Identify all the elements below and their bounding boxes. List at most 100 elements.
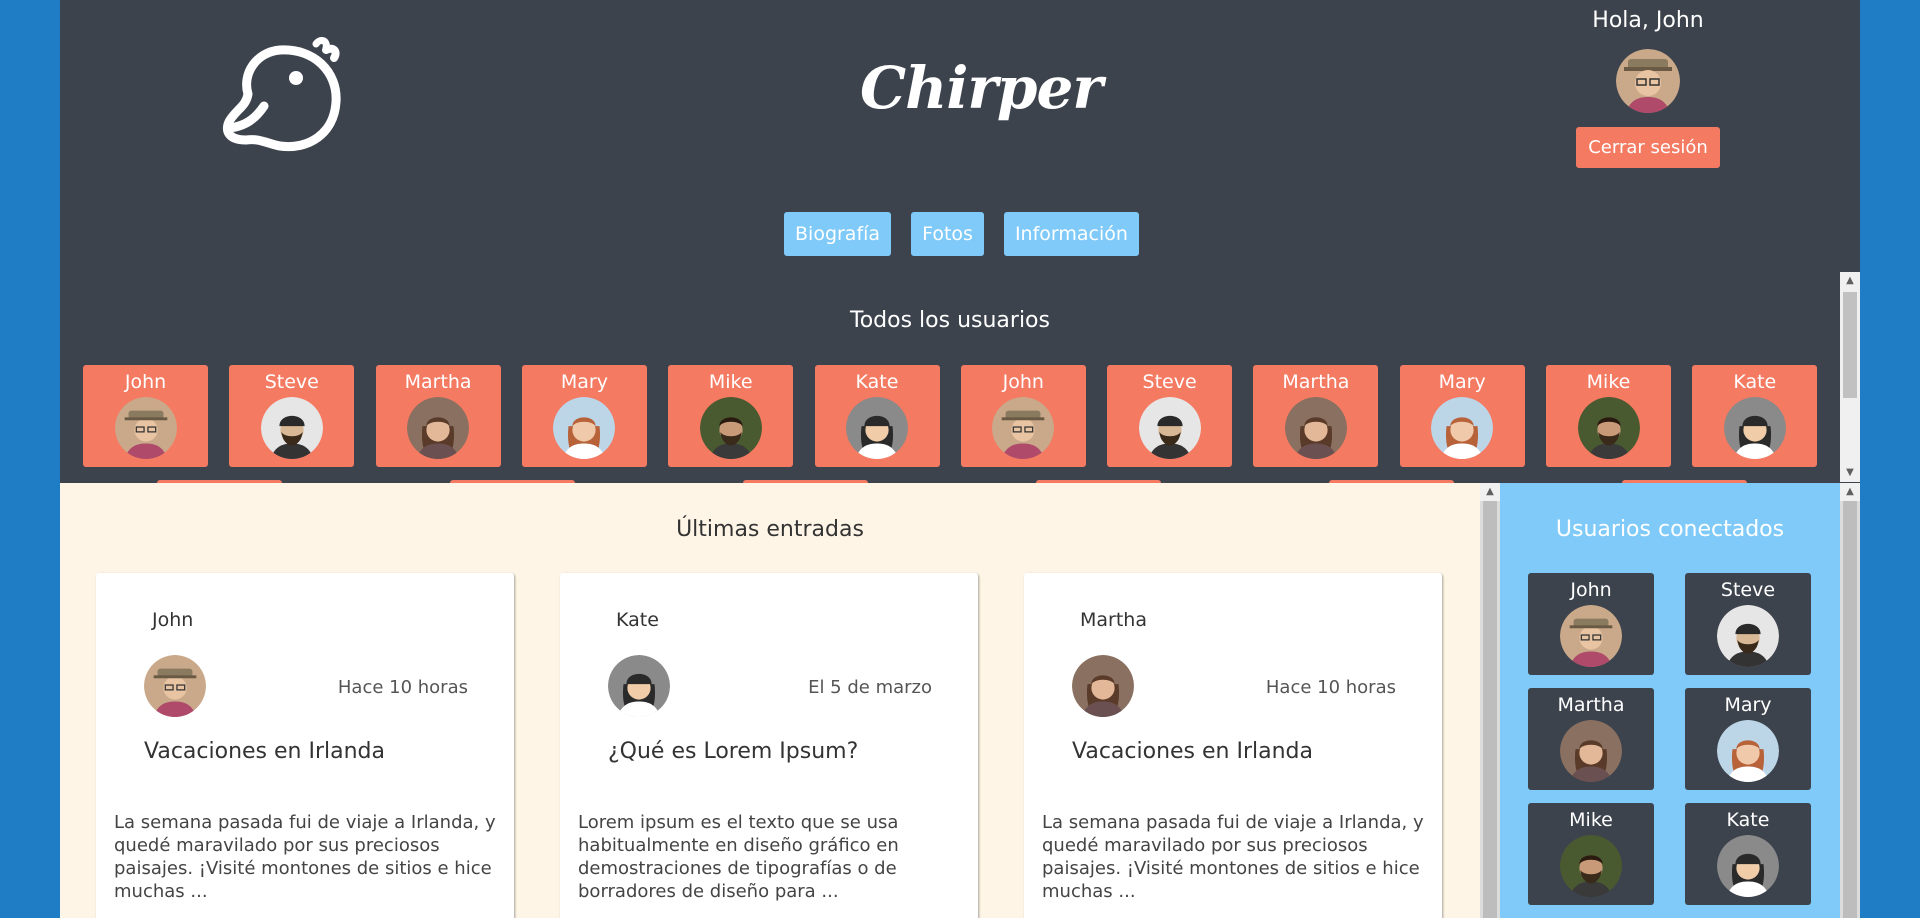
post-card[interactable]: Kate El 5 de marzo ¿Qué es Lorem Ipsum? Lor… <box>560 573 978 918</box>
connected-user-avatar <box>1560 720 1622 782</box>
user-tile[interactable]: Martha <box>375 365 501 467</box>
user-tile[interactable]: John <box>960 365 1086 467</box>
user-tile-name: Mary <box>1438 371 1486 393</box>
nav-biografia[interactable]: Biografía <box>784 212 892 256</box>
all-users-scrollbar[interactable]: ▲ ▼ <box>1840 272 1860 482</box>
connected-user-name: Mary <box>1724 694 1772 716</box>
post-date: Hace 10 horas <box>337 677 468 698</box>
user-avatar <box>260 397 323 459</box>
post-author-avatar <box>608 655 670 717</box>
post-date: El 5 de marzo <box>808 677 932 698</box>
user-tile[interactable]: Mike <box>668 365 794 467</box>
user-tile[interactable]: Kate <box>1692 365 1818 467</box>
connected-user-name: Martha <box>1557 694 1625 716</box>
post-author-avatar <box>144 655 206 717</box>
post-author[interactable]: John <box>152 609 193 631</box>
post-date: Hace 10 horas <box>1265 677 1396 698</box>
user-avatar <box>1577 397 1640 459</box>
header: Chirper Hola, John Cerrar sesión Biograf… <box>60 0 1860 272</box>
scrollbar-thumb[interactable] <box>1483 501 1497 918</box>
post-title[interactable]: Vacaciones en Irlanda <box>144 739 385 764</box>
connected-user-avatar <box>1717 605 1779 667</box>
scroll-down-icon[interactable]: ▼ <box>1840 464 1860 482</box>
user-tile[interactable]: Martha <box>1253 365 1379 467</box>
nav-fotos[interactable]: Fotos <box>911 212 984 256</box>
user-tile-name: Mike <box>1586 371 1631 393</box>
user-tile-name: Martha <box>1282 371 1350 393</box>
post-excerpt: Lorem ipsum es el texto que se usa habit… <box>578 812 899 902</box>
connected-user-tile[interactable]: John <box>1528 573 1654 675</box>
user-avatar <box>1138 397 1201 459</box>
connected-user-name: Kate <box>1726 809 1770 831</box>
user-tile-name: Martha <box>404 371 472 393</box>
user-avatar <box>407 397 470 459</box>
user-tile-name: Kate <box>855 371 899 393</box>
user-tile[interactable]: Kate <box>814 365 940 467</box>
user-tile[interactable]: John <box>83 365 208 467</box>
scroll-up-icon[interactable]: ▲ <box>1840 272 1860 290</box>
connected-user-tile[interactable]: Martha <box>1528 688 1654 790</box>
connected-users-title: Usuarios conectados <box>1555 517 1785 542</box>
connected-user-tile[interactable]: Mary <box>1685 688 1811 790</box>
user-avatar <box>699 397 762 459</box>
user-tile-name: Mike <box>708 371 753 393</box>
all-users-section: Todos los usuarios John Steve Martha Mary Mi… <box>60 272 1860 488</box>
connected-users-section: Usuarios conectados John Steve Martha Mary M… <box>1500 483 1840 918</box>
connected-user-tile[interactable]: Kate <box>1685 803 1811 905</box>
current-user-box: Hola, John Cerrar sesión <box>1568 8 1728 168</box>
user-avatar <box>992 397 1055 459</box>
connected-user-name: Steve <box>1720 579 1776 601</box>
user-tile-name: Mary <box>560 371 608 393</box>
user-tile-name: John <box>124 371 167 393</box>
nav-informacion[interactable]: Información <box>1003 212 1139 256</box>
user-tile[interactable]: Mike <box>1546 365 1671 467</box>
user-avatar <box>114 397 177 459</box>
scroll-up-icon[interactable]: ▲ <box>1840 483 1860 501</box>
post-excerpt: La semana pasada fui de viaje a Irlanda,… <box>114 812 496 902</box>
latest-posts-section: Últimas entradas John Hace 10 horas Vacaci… <box>60 483 1480 918</box>
user-tile-name: Steve <box>264 371 319 393</box>
connected-scrollbar[interactable]: ▲ <box>1840 483 1860 918</box>
user-tile[interactable]: Mary <box>521 365 647 467</box>
scroll-up-icon[interactable]: ▲ <box>1480 483 1500 501</box>
user-avatar <box>1284 397 1347 459</box>
all-users-title: Todos los usuarios <box>850 308 1050 333</box>
post-excerpt: La semana pasada fui de viaje a Irlanda,… <box>1042 812 1424 902</box>
bird-logo-icon[interactable] <box>216 22 356 162</box>
post-author-avatar <box>1072 655 1134 717</box>
user-tile-name: Steve <box>1142 371 1197 393</box>
user-tile-name: John <box>1002 371 1044 393</box>
user-avatar <box>553 397 616 459</box>
user-avatar <box>1723 397 1786 459</box>
current-user-avatar[interactable] <box>1616 49 1680 113</box>
post-title[interactable]: ¿Qué es Lorem Ipsum? <box>608 739 858 764</box>
posts-scrollbar[interactable]: ▲ <box>1480 483 1500 918</box>
post-card[interactable]: Martha Hace 10 horas Vacaciones en Irlanda… <box>1024 573 1442 918</box>
user-avatar <box>846 397 908 459</box>
post-card[interactable]: John Hace 10 horas Vacaciones en Irlanda La… <box>96 573 514 918</box>
connected-user-tile[interactable]: Mike <box>1528 803 1654 905</box>
connected-user-avatar <box>1717 835 1779 897</box>
connected-user-name: Mike <box>1569 809 1613 831</box>
app-window: Chirper Hola, John Cerrar sesión Biograf… <box>60 0 1860 918</box>
user-tile-name: Kate <box>1733 371 1777 393</box>
connected-user-avatar <box>1717 720 1779 782</box>
post-author[interactable]: Kate <box>616 609 659 631</box>
logout-button[interactable]: Cerrar sesión <box>1576 127 1720 168</box>
brand-title: Chirper <box>860 54 1103 122</box>
post-title[interactable]: Vacaciones en Irlanda <box>1072 739 1313 764</box>
connected-user-avatar <box>1560 605 1622 667</box>
all-users-strip: John Steve Martha Mary Mike Kate John Steve Mart… <box>83 365 1823 469</box>
user-tile[interactable]: Mary <box>1399 365 1525 467</box>
connected-user-avatar <box>1560 835 1622 897</box>
post-author[interactable]: Martha <box>1080 609 1147 631</box>
user-tile[interactable]: Steve <box>229 365 355 467</box>
user-tile[interactable]: Steve <box>1107 365 1233 467</box>
connected-user-name: John <box>1570 579 1612 601</box>
connected-user-tile[interactable]: Steve <box>1685 573 1811 675</box>
greeting-text: Hola, John <box>1592 8 1704 33</box>
latest-posts-title: Últimas entradas <box>676 517 864 542</box>
scrollbar-thumb[interactable] <box>1843 501 1857 918</box>
scrollbar-thumb[interactable] <box>1843 292 1857 398</box>
user-avatar <box>1431 397 1494 459</box>
